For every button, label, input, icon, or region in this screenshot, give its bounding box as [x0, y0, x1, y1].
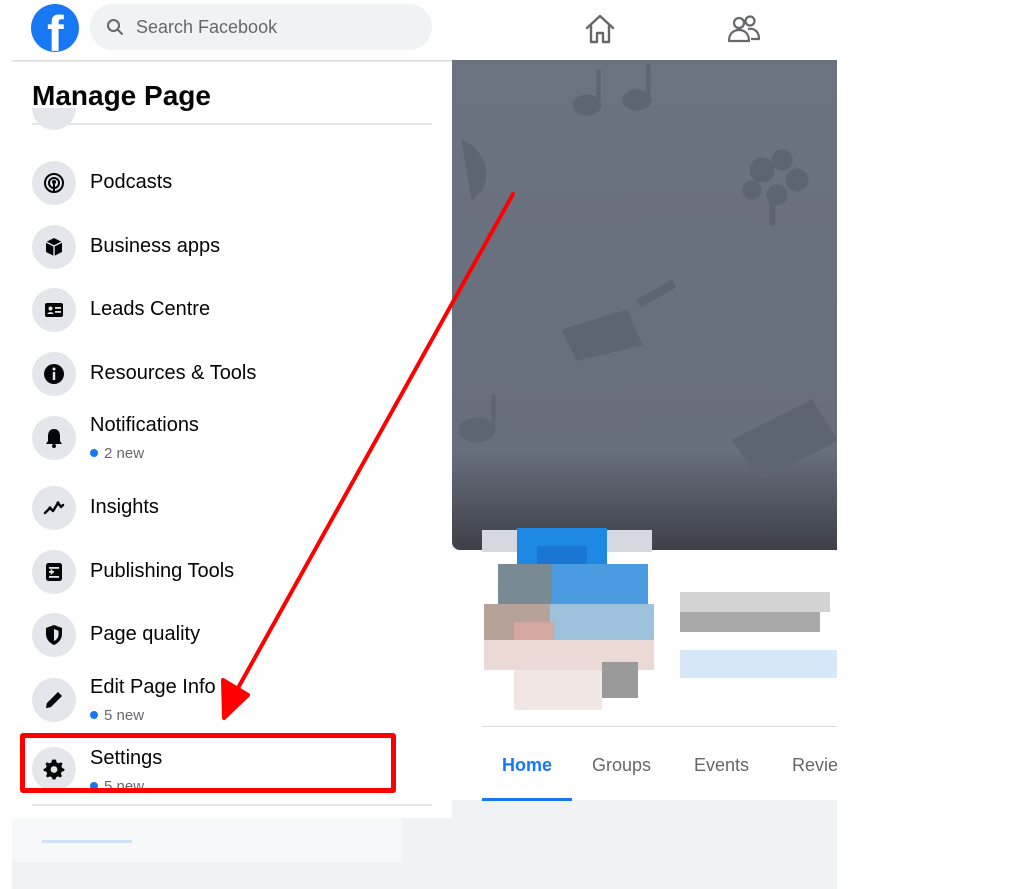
facebook-logo[interactable]: f: [31, 4, 79, 52]
panel-bottom-divider: [32, 804, 432, 806]
search-box[interactable]: [90, 4, 432, 50]
tab-home[interactable]: Home: [502, 755, 552, 776]
tab-reviews[interactable]: Revie: [792, 755, 837, 776]
menu-item-publishing-tools[interactable]: Publishing Tools: [32, 550, 432, 606]
menu-item-notifications[interactable]: Notifications 2 new: [32, 414, 432, 470]
scrolled-item-icon: [32, 108, 76, 130]
menu-sub-text: 2 new: [104, 445, 145, 462]
menu-item-leads-centre[interactable]: Leads Centre: [32, 288, 432, 344]
menu-label: Edit Page Info: [90, 676, 216, 698]
right-blank-area: [837, 0, 1028, 889]
facebook-logo-letter: f: [47, 6, 64, 52]
top-bar: f: [12, 4, 837, 60]
panel-divider: [32, 123, 432, 125]
menu-label: Podcasts: [90, 171, 173, 193]
menu-label: Notifications: [90, 414, 199, 436]
tabs-divider: [482, 726, 837, 727]
publishing-icon: [32, 550, 76, 594]
cube-icon: [32, 225, 76, 269]
menu-label: Insights: [90, 496, 159, 518]
menu-item-edit-page-info[interactable]: Edit Page Info 5 new: [32, 676, 432, 732]
menu-sub: 2 new: [90, 445, 144, 462]
info-icon: [32, 352, 76, 396]
search-input[interactable]: [134, 15, 418, 39]
cover-photo[interactable]: [452, 60, 837, 550]
tab-groups[interactable]: Groups: [592, 755, 651, 776]
unread-dot: [90, 711, 98, 720]
menu-item-resources-tools[interactable]: Resources & Tools: [32, 352, 432, 408]
home-icon[interactable]: [582, 12, 618, 46]
id-card-icon: [32, 288, 76, 332]
settings-highlight-box: [20, 733, 396, 793]
cover-pattern: [458, 64, 837, 481]
menu-sub-text: 5 new: [104, 707, 145, 724]
search-icon: [107, 19, 123, 35]
manage-page-panel: Manage Page Podcasts Business apps Leads…: [12, 62, 452, 818]
pencil-icon: [32, 678, 76, 722]
profile-area: Home Groups Events Revie: [452, 528, 837, 801]
podcast-icon: [32, 161, 76, 205]
menu-item-podcasts[interactable]: Podcasts: [32, 161, 432, 217]
trend-line-icon: [32, 486, 76, 530]
bell-icon: [32, 416, 76, 460]
menu-label: Business apps: [90, 235, 221, 257]
active-tab-indicator: [482, 798, 572, 801]
unread-dot: [90, 449, 98, 458]
menu-label: Page quality: [90, 623, 201, 645]
menu-label: Publishing Tools: [90, 560, 235, 582]
menu-item-insights[interactable]: Insights: [32, 486, 432, 542]
shield-icon: [32, 613, 76, 657]
menu-item-business-apps[interactable]: Business apps: [32, 225, 432, 281]
menu-label: Leads Centre: [90, 298, 211, 320]
menu-sub: 5 new: [90, 707, 144, 724]
tab-events[interactable]: Events: [694, 755, 749, 776]
menu-item-page-quality[interactable]: Page quality: [32, 613, 432, 669]
menu-label: Resources & Tools: [90, 362, 257, 384]
friends-icon[interactable]: [726, 12, 762, 46]
bottom-strip-line: [42, 840, 132, 843]
bottom-strip: [12, 818, 402, 862]
